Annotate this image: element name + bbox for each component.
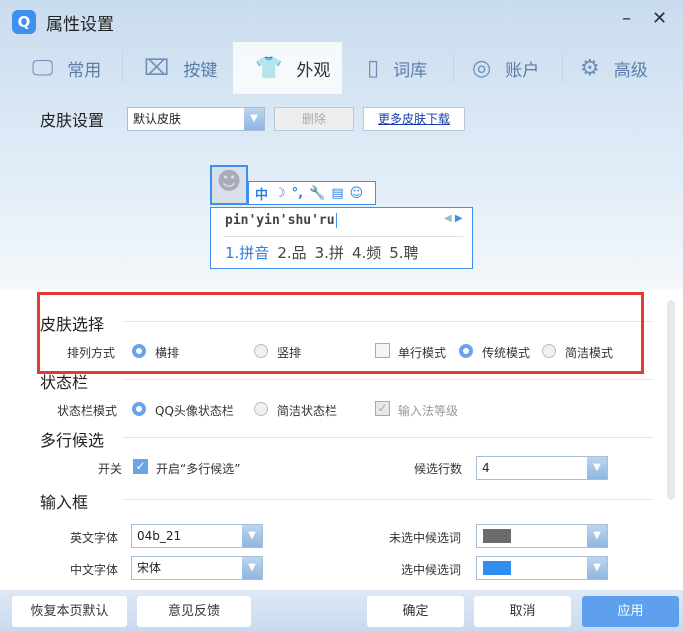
tab-appearance[interactable]: 👕 外观	[233, 42, 342, 94]
close-button[interactable]: ✕	[652, 8, 667, 29]
multi-line-checkbox[interactable]: ✓	[133, 459, 148, 474]
tab-label: 高级	[613, 60, 648, 81]
tab-keys[interactable]: ⌧ 按键	[112, 42, 232, 94]
candidate-list: 1.拼音 2.品 3.拼 4.频 5.聘	[225, 242, 419, 263]
footer-bar: 恢复本页默认 意见反馈 确定 取消 应用	[0, 590, 683, 632]
tab-label: 账户	[505, 60, 540, 81]
candidate-item: 5.聘	[389, 244, 419, 262]
cn-font-label: 中文字体	[70, 563, 119, 577]
cn-font-select[interactable]: 宋体 ▼	[131, 556, 263, 580]
tab-label: 词库	[393, 60, 428, 81]
level-checkbox[interactable]: ✓	[375, 401, 390, 416]
chevron-down-icon: ▼	[244, 108, 264, 130]
rows-select[interactable]: 4 ▼	[476, 456, 608, 480]
multi-line-heading: 多行候选	[40, 431, 105, 450]
tab-label: 常用	[67, 60, 102, 81]
color-swatch	[483, 561, 511, 575]
chevron-down-icon: ▼	[587, 525, 607, 547]
candidate-item: 3.拼	[314, 244, 344, 262]
apply-button[interactable]: 应用	[582, 596, 679, 627]
chevron-down-icon: ▼	[242, 525, 262, 547]
window-title: 属性设置	[46, 15, 114, 35]
qq-avatar-icon: ☻	[210, 165, 248, 205]
user-icon: ◎	[472, 55, 492, 81]
selected-color-label: 选中候选词	[401, 563, 462, 577]
key-icon: ⌧	[144, 55, 170, 81]
chevron-down-icon: ▼	[587, 557, 607, 579]
color-swatch	[483, 529, 511, 543]
gear-icon: ⚙	[580, 55, 600, 81]
smiley-icon: ☺	[349, 185, 364, 201]
skin-settings-label: 皮肤设置	[40, 111, 105, 130]
title-bar: Q 属性设置 – ✕	[0, 0, 683, 40]
simple-status-radio[interactable]	[254, 402, 268, 416]
tab-bar: 🖵 常用 ⌧ 按键 👕 外观 ▯ 词库 ◎ 账户 ⚙ 高级	[0, 42, 683, 94]
status-mode-label: 状态栏模式	[57, 404, 118, 418]
minimize-button[interactable]: –	[622, 8, 631, 29]
unselected-color-label: 未选中候选词	[389, 531, 462, 545]
candidate-window: pin'yin'shu'ru ◀ ▶ 1.拼音 2.品 3.拼 4.频 5.聘	[210, 207, 473, 269]
delete-skin-button[interactable]: 删除	[274, 107, 354, 131]
restore-defaults-button[interactable]: 恢复本页默认	[12, 596, 127, 627]
multi-line-enable-label: 开启“多行候选”	[156, 462, 241, 476]
candidate-item: 1.拼音	[225, 244, 270, 262]
monitor-icon: 🖵	[32, 55, 54, 81]
chinese-mode-icon: 中	[255, 187, 269, 203]
unselected-color-select[interactable]: ▼	[476, 524, 608, 548]
moon-icon: ☽	[274, 185, 286, 201]
punctuation-icon: °,	[291, 185, 304, 201]
book-icon: ▯	[367, 55, 380, 81]
tshirt-icon: 👕	[255, 55, 283, 81]
en-font-label: 英文字体	[70, 531, 119, 545]
feedback-button[interactable]: 意见反馈	[137, 596, 251, 627]
en-font-value: 04b_21	[137, 529, 182, 543]
tab-general[interactable]: 🖵 常用	[0, 42, 120, 94]
status-bar-heading: 状态栏	[40, 373, 89, 392]
skin-select-value: 默认皮肤	[133, 112, 182, 126]
rows-value: 4	[482, 461, 490, 475]
ok-button[interactable]: 确定	[367, 596, 464, 627]
app-logo-icon: Q	[12, 10, 36, 34]
simple-status-label: 简洁状态栏	[277, 404, 338, 418]
page-arrows-icon: ◀ ▶	[444, 213, 463, 224]
rows-label: 候选行数	[414, 462, 463, 476]
chevron-down-icon: ▼	[587, 457, 607, 479]
qq-avatar-radio[interactable]	[132, 402, 146, 416]
qq-avatar-label: QQ头像状态栏	[155, 404, 234, 418]
chevron-down-icon: ▼	[242, 557, 262, 579]
composition-text: pin'yin'shu'ru	[225, 213, 337, 228]
switch-label: 开关	[98, 462, 123, 476]
highlight-box	[37, 292, 644, 374]
clipboard-icon: ▤	[331, 185, 344, 201]
candidate-item: 2.品	[277, 244, 307, 262]
input-box-heading: 输入框	[40, 493, 89, 512]
cn-font-value: 宋体	[137, 561, 162, 575]
level-label: 输入法等级	[398, 404, 459, 418]
tab-label: 外观	[296, 60, 331, 81]
skin-select[interactable]: 默认皮肤 ▼	[127, 107, 265, 131]
scrollbar[interactable]	[667, 300, 675, 500]
candidate-item: 4.频	[351, 244, 382, 262]
tab-advanced[interactable]: ⚙ 高级	[548, 42, 678, 94]
tab-label: 按键	[183, 60, 218, 81]
selected-color-select[interactable]: ▼	[476, 556, 608, 580]
more-skins-link[interactable]: 更多皮肤下载	[363, 107, 465, 131]
tab-dictionary[interactable]: ▯ 词库	[335, 42, 455, 94]
wrench-icon: 🔧	[309, 185, 326, 201]
status-toolbar: 中 ☽ °, 🔧 ▤ ☺	[248, 181, 376, 205]
cancel-button[interactable]: 取消	[474, 596, 571, 627]
en-font-select[interactable]: 04b_21 ▼	[131, 524, 263, 548]
tab-account[interactable]: ◎ 账户	[440, 42, 560, 94]
